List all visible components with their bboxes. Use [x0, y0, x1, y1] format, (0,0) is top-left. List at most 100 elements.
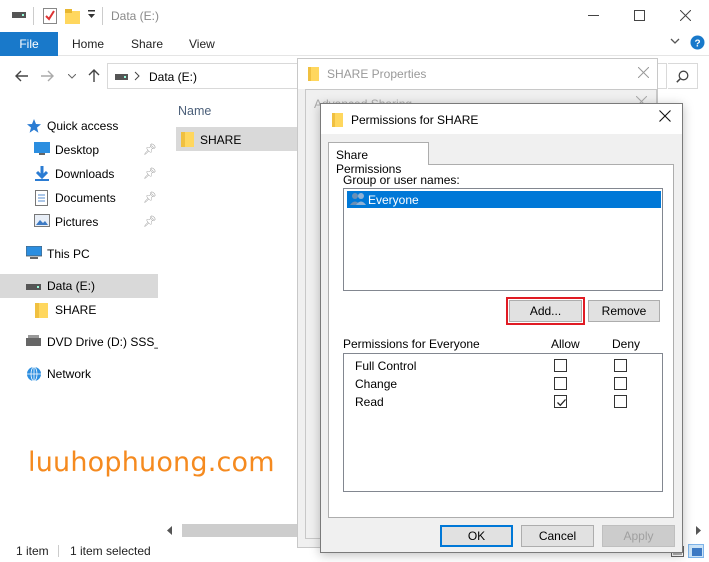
- tab-view[interactable]: View: [189, 32, 215, 56]
- folder-icon: [34, 302, 50, 318]
- minimize-button[interactable]: [570, 0, 616, 32]
- tab-label: Share Permissions: [336, 148, 402, 176]
- deny-full-control-checkbox[interactable]: [614, 359, 627, 372]
- tab-home[interactable]: Home: [72, 32, 104, 56]
- nav-pictures[interactable]: Pictures 📌︎: [0, 210, 158, 234]
- nav-label: Quick access: [47, 119, 119, 133]
- title-bar: Data (E:): [0, 0, 709, 32]
- share-permissions-panel: Group or user names: Everyone Add... Rem…: [328, 164, 674, 518]
- ok-button[interactable]: OK: [440, 525, 513, 547]
- horizontal-scrollbar[interactable]: [162, 522, 302, 539]
- drive-icon: [115, 73, 128, 81]
- large-icons-view-icon[interactable]: [688, 544, 704, 558]
- folder-icon: [332, 113, 344, 127]
- window-title: Data (E:): [111, 9, 160, 23]
- list-item[interactable]: Everyone: [347, 191, 661, 208]
- permissions-title: Permissions for SHARE: [351, 113, 479, 127]
- nav-data-drive[interactable]: Data (E:): [0, 274, 158, 298]
- users-listbox[interactable]: Everyone: [343, 188, 663, 291]
- close-icon[interactable]: [659, 110, 671, 122]
- nav-label: This PC: [47, 247, 90, 261]
- new-folder-icon[interactable]: [65, 9, 80, 24]
- desktop-icon: [34, 142, 50, 156]
- nav-label: Pictures: [55, 215, 99, 229]
- share-properties-titlebar: SHARE Properties: [298, 59, 657, 89]
- close-icon[interactable]: [638, 67, 649, 78]
- drive-icon: [12, 11, 26, 19]
- back-arrow-icon[interactable]: [15, 70, 29, 82]
- customize-toolbar-icon[interactable]: [87, 10, 96, 20]
- svg-text:?: ?: [695, 39, 701, 50]
- users-group-icon: [350, 192, 367, 206]
- nav-label: Desktop: [55, 143, 100, 157]
- tab-share-permissions[interactable]: Share Permissions: [328, 142, 429, 176]
- permissions-list: Full Control Change Read: [343, 353, 663, 492]
- remove-button[interactable]: Remove: [588, 300, 660, 322]
- file-name: SHARE: [200, 133, 242, 147]
- nav-quick-access[interactable]: Quick access: [0, 114, 158, 138]
- user-name: Everyone: [368, 193, 419, 207]
- properties-icon[interactable]: [43, 8, 57, 24]
- nav-network[interactable]: Network: [0, 362, 158, 386]
- folder-icon: [308, 67, 320, 81]
- pin-icon[interactable]: 📌︎: [143, 215, 157, 228]
- up-arrow-icon[interactable]: [88, 69, 100, 83]
- cancel-button[interactable]: Cancel: [521, 525, 594, 547]
- close-button[interactable]: [662, 0, 708, 32]
- permission-name: Read: [355, 395, 384, 409]
- permissions-for-label: Permissions for Everyone: [343, 337, 480, 351]
- add-button[interactable]: Add...: [506, 297, 585, 325]
- pictures-icon: [34, 214, 50, 227]
- file-row[interactable]: SHARE: [176, 127, 306, 151]
- permission-name: Full Control: [355, 359, 417, 373]
- column-header-name[interactable]: Name: [178, 104, 211, 118]
- breadcrumb-chevron-icon[interactable]: [134, 71, 140, 81]
- status-selected: 1 item selected: [70, 544, 151, 558]
- share-properties-title: SHARE Properties: [327, 67, 427, 81]
- permissions-titlebar: Permissions for SHARE: [321, 104, 682, 134]
- allow-full-control-checkbox[interactable]: [554, 359, 567, 372]
- tab-file[interactable]: File: [0, 32, 58, 56]
- recent-locations-icon[interactable]: [68, 74, 76, 79]
- breadcrumb[interactable]: Data (E:): [149, 70, 197, 84]
- permission-name: Change: [355, 377, 398, 391]
- nav-label: SHARE: [55, 303, 97, 317]
- pin-icon[interactable]: 📌︎: [143, 143, 157, 156]
- scroll-right-icon[interactable]: [696, 526, 702, 535]
- search-button[interactable]: [668, 63, 698, 89]
- pin-icon[interactable]: 📌︎: [143, 167, 157, 180]
- tab-share[interactable]: Share: [131, 32, 163, 56]
- allow-read-checkbox[interactable]: [554, 395, 567, 408]
- network-icon: [26, 366, 42, 382]
- watermark: luuhophuong.com: [28, 447, 275, 478]
- dvd-drive-icon: [26, 334, 41, 348]
- nav-downloads[interactable]: Downloads 📌︎: [0, 162, 158, 186]
- nav-dvd-drive[interactable]: DVD Drive (D:) SSS_X6: [0, 330, 158, 354]
- deny-change-checkbox[interactable]: [614, 377, 627, 390]
- folder-icon: [180, 131, 196, 147]
- allow-header: Allow: [551, 337, 580, 351]
- drive-icon: [26, 283, 41, 291]
- pin-icon[interactable]: 📌︎: [143, 191, 157, 204]
- apply-button[interactable]: Apply: [602, 525, 675, 547]
- deny-header: Deny: [612, 337, 641, 351]
- scrollbar-thumb[interactable]: [182, 524, 302, 537]
- nav-documents[interactable]: Documents 📌︎: [0, 186, 158, 210]
- star-icon: [26, 118, 42, 134]
- nav-share-folder[interactable]: SHARE: [0, 298, 158, 322]
- documents-icon: [35, 190, 48, 206]
- help-icon[interactable]: ?: [690, 35, 705, 50]
- allow-change-checkbox[interactable]: [554, 377, 567, 390]
- nav-desktop[interactable]: Desktop 📌︎: [0, 138, 158, 162]
- nav-label: Network: [47, 367, 92, 381]
- nav-this-pc[interactable]: This PC: [0, 242, 158, 266]
- chevron-down-icon[interactable]: [670, 37, 680, 45]
- scroll-left-icon[interactable]: [167, 526, 173, 535]
- forward-arrow-icon[interactable]: [40, 70, 54, 82]
- ribbon-tabs: File Home Share View ?: [0, 32, 709, 56]
- maximize-button[interactable]: [616, 0, 662, 32]
- checkmark-icon: [557, 399, 566, 407]
- deny-read-checkbox[interactable]: [614, 395, 627, 408]
- nav-label: DVD Drive (D:) SSS_X6: [47, 335, 158, 349]
- nav-label: Data (E:): [47, 279, 96, 293]
